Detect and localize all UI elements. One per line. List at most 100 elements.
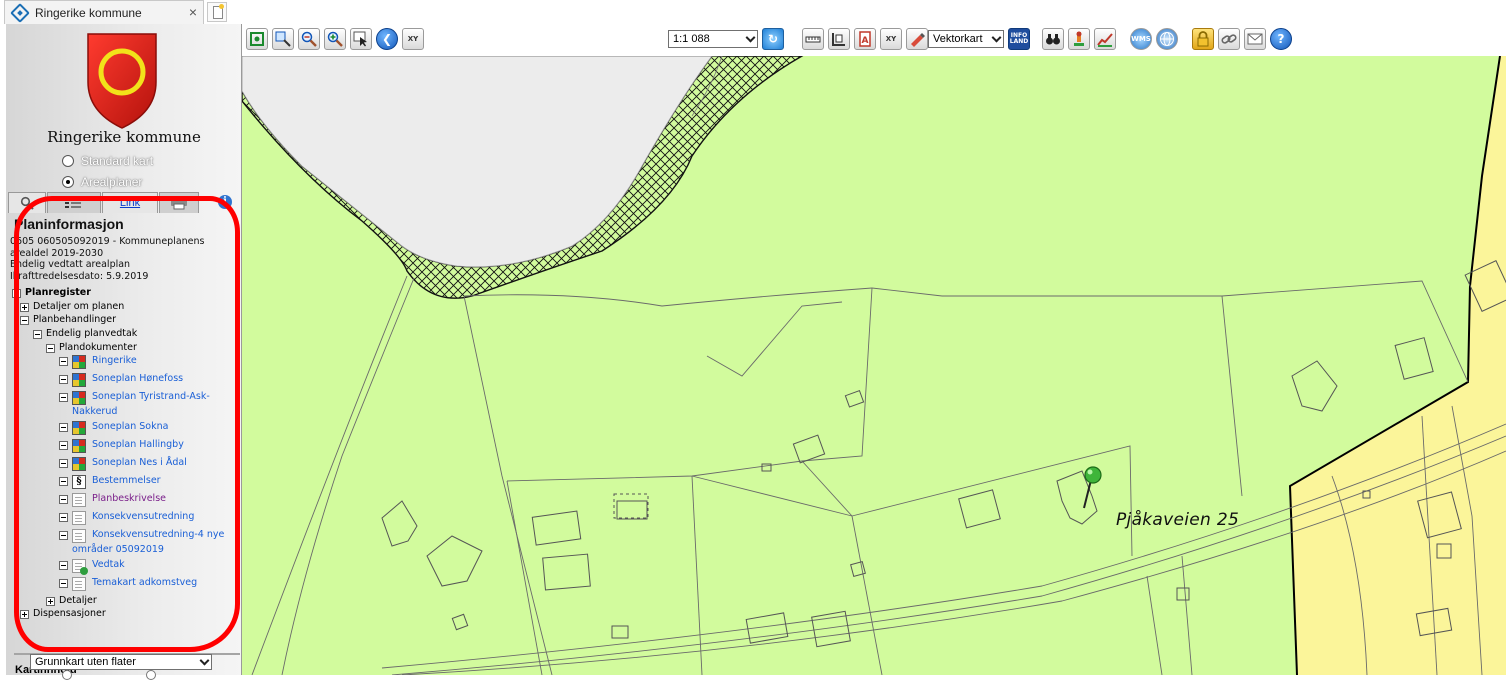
legend-icon	[65, 198, 81, 208]
binoculars-icon[interactable]	[1042, 28, 1064, 50]
radio-arealplaner-button[interactable]	[62, 176, 74, 188]
document-link[interactable]: Soneplan Nes i Ådal	[92, 457, 187, 468]
document-item[interactable]: Ringerike	[59, 355, 137, 369]
collapse-icon[interactable]	[59, 477, 68, 486]
collapse-icon[interactable]	[12, 289, 21, 298]
document-item[interactable]: Soneplan Tyristrand-Ask-	[59, 391, 210, 405]
document-link[interactable]: Soneplan Tyristrand-Ask-	[92, 391, 210, 402]
collapse-icon[interactable]	[59, 561, 68, 570]
document-link[interactable]: Soneplan Hønefoss	[92, 373, 183, 384]
zoom-out-icon[interactable]	[298, 28, 320, 50]
document-link[interactable]: Bestemmelser	[92, 475, 161, 486]
expand-icon[interactable]	[20, 303, 29, 312]
document-item[interactable]: Soneplan Nes i Ådal	[59, 457, 187, 471]
document-link[interactable]: Vedtak	[92, 559, 125, 570]
document-link[interactable]: Ringerike	[92, 355, 137, 366]
infoland-icon[interactable]: INFO LAND	[1008, 28, 1030, 50]
close-tab-icon[interactable]: ×	[189, 4, 197, 20]
pin-icon[interactable]	[1068, 28, 1090, 50]
zoom-box-icon[interactable]	[272, 28, 294, 50]
profile-icon[interactable]	[1094, 28, 1116, 50]
collapse-icon[interactable]	[59, 459, 68, 468]
printer-icon	[171, 196, 187, 210]
mail-icon[interactable]	[1244, 28, 1266, 50]
collapse-icon[interactable]	[59, 531, 68, 540]
tree-node-detaljer[interactable]: Detaljer	[46, 595, 97, 606]
document-item[interactable]: Konsekvensutredning-4 nye	[59, 529, 224, 543]
collapse-icon[interactable]	[59, 375, 68, 384]
zoom-in-icon[interactable]	[324, 28, 346, 50]
xy-icon[interactable]: XY	[402, 28, 424, 50]
collapse-icon[interactable]	[59, 357, 68, 366]
tab-print[interactable]	[159, 192, 199, 213]
refresh-icon[interactable]: ↻	[762, 28, 784, 50]
tree-node-plandokumenter[interactable]: Plandokumenter	[46, 342, 137, 353]
document-item[interactable]: Vedtak	[59, 559, 125, 575]
document-item[interactable]: § Bestemmelser	[59, 475, 161, 489]
radio-standard-kart[interactable]: Standard kart	[62, 154, 153, 168]
coordinate-icon[interactable]: XY	[880, 28, 902, 50]
wms-icon[interactable]: WMS	[1130, 28, 1152, 50]
document-item[interactable]: Planbeskrivelse	[59, 493, 166, 507]
map-type-select[interactable]: Vektorkart	[928, 30, 1004, 48]
collapse-icon[interactable]	[59, 495, 68, 504]
collapse-icon[interactable]	[59, 423, 68, 432]
expand-icon[interactable]	[20, 610, 29, 619]
tree-node-detaljer-om-planen[interactable]: Detaljer om planen	[20, 301, 124, 312]
collapse-icon[interactable]	[59, 393, 68, 402]
document-icon	[72, 529, 86, 543]
kartinnhold-select[interactable]: Grunnkart uten flater	[30, 654, 212, 670]
option-radio[interactable]	[146, 670, 156, 680]
collapse-icon[interactable]	[20, 316, 29, 325]
document-link[interactable]: Konsekvensutredning-4 nye	[92, 529, 224, 540]
collapse-icon[interactable]	[59, 513, 68, 522]
select-icon[interactable]	[350, 28, 372, 50]
document-item[interactable]: Temakart adkomstveg	[59, 577, 197, 591]
help-icon[interactable]: ?	[1270, 28, 1292, 50]
browser-tab[interactable]: Ringerike kommune ×	[4, 0, 204, 24]
document-item[interactable]: Soneplan Sokna	[59, 421, 168, 435]
document-item[interactable]: Soneplan Hønefoss	[59, 373, 183, 387]
scale-select[interactable]: 1:1 088	[668, 30, 758, 48]
globe-icon[interactable]	[1156, 28, 1178, 50]
tab-legend[interactable]	[47, 192, 101, 213]
draw-icon[interactable]	[906, 28, 928, 50]
document-link[interactable]: Soneplan Hallingby	[92, 439, 184, 450]
info-icon[interactable]: i	[218, 195, 232, 209]
document-link[interactable]: Konsekvensutredning	[92, 511, 194, 522]
tree-node-endelig-planvedtak[interactable]: Endelig planvedtak	[33, 328, 137, 339]
new-tab-icon[interactable]	[207, 2, 227, 22]
radio-standard-kart-button[interactable]	[62, 155, 74, 167]
collapse-icon[interactable]	[33, 330, 42, 339]
tab-search[interactable]	[8, 192, 46, 213]
area-measure-icon[interactable]	[828, 28, 850, 50]
collapse-icon[interactable]	[59, 579, 68, 588]
link-icon[interactable]	[1218, 28, 1240, 50]
zoom-extent-icon[interactable]	[246, 28, 268, 50]
radio-arealplaner[interactable]: Arealplaner	[62, 175, 142, 189]
tree-node-planregister[interactable]: Planregister	[12, 287, 91, 298]
document-item[interactable]: Konsekvensutredning	[59, 511, 194, 525]
document-link[interactable]: Planbeskrivelse	[92, 493, 166, 504]
back-icon[interactable]: ❮	[376, 28, 398, 50]
tree-label: Planregister	[25, 287, 91, 298]
option-radio[interactable]	[62, 670, 72, 680]
lock-icon[interactable]	[1192, 28, 1214, 50]
municipality-name: Ringerike kommune	[47, 128, 201, 146]
document-link-continued[interactable]: Nakkerud	[72, 406, 117, 417]
measure-icon[interactable]	[802, 28, 824, 50]
tree-node-planbehandlinger[interactable]: Planbehandlinger	[20, 314, 116, 325]
map-canvas[interactable]: Pjåkaveien 25	[242, 56, 1506, 675]
location-pin-icon[interactable]	[1083, 466, 1102, 509]
expand-icon[interactable]	[46, 597, 55, 606]
collapse-icon[interactable]	[59, 441, 68, 450]
document-link[interactable]: Soneplan Sokna	[92, 421, 168, 432]
collapse-icon[interactable]	[46, 344, 55, 353]
document-link[interactable]: Temakart adkomstveg	[92, 577, 197, 588]
address-icon[interactable]: A	[854, 28, 876, 50]
tree-node-dispensasjoner[interactable]: Dispensasjoner	[20, 608, 106, 619]
document-link-continued[interactable]: områder 05092019	[72, 544, 164, 555]
map-icon	[72, 421, 86, 435]
document-item[interactable]: Soneplan Hallingby	[59, 439, 184, 453]
tab-link[interactable]: Link	[102, 192, 158, 213]
